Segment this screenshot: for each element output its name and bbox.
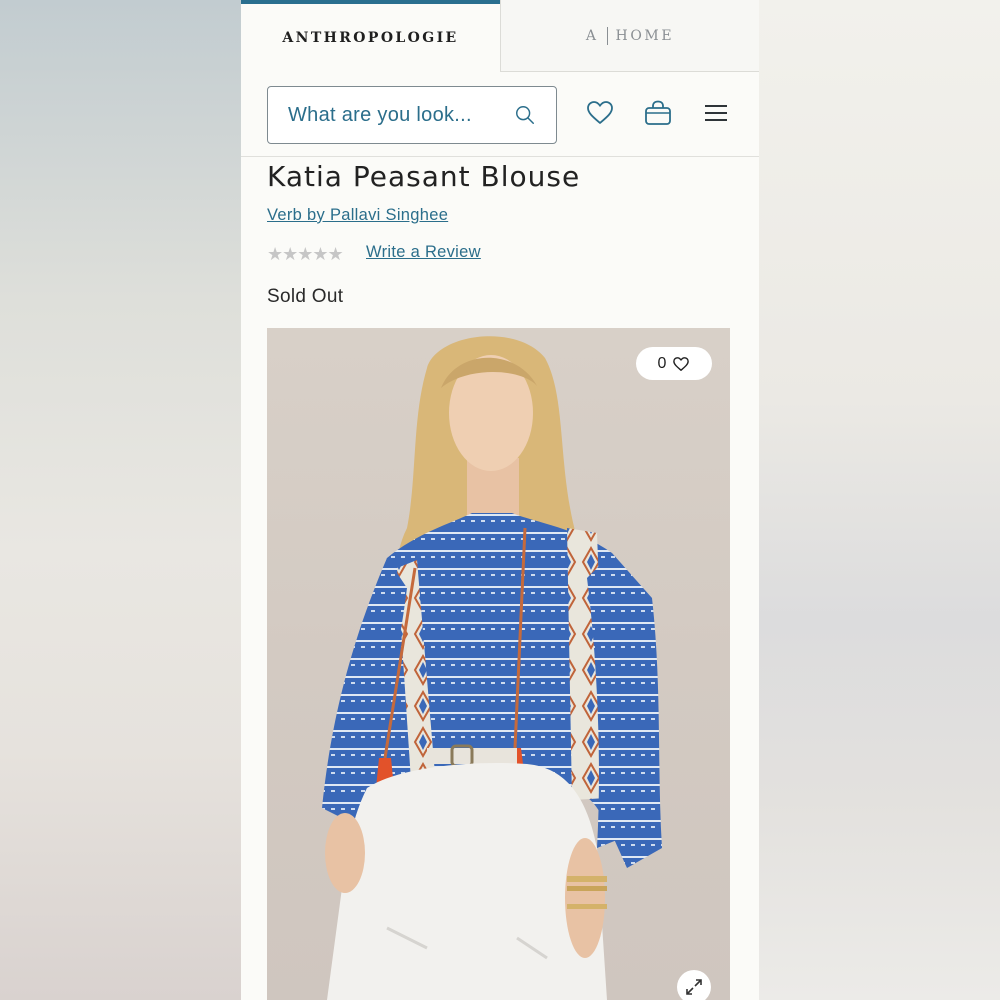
expand-image-button[interactable] <box>677 970 711 1000</box>
heart-icon[interactable] <box>585 98 615 128</box>
tab-anthropologie-label: ANTHROPOLOGIE <box>282 30 459 46</box>
availability-status: Sold Out <box>267 286 344 307</box>
rating-stars: ★★★★★ <box>267 244 344 264</box>
tab-anthropologie[interactable]: ANTHROPOLOGIE <box>241 0 500 72</box>
search-icon[interactable] <box>514 104 536 126</box>
write-review-link[interactable]: Write a Review <box>366 243 481 262</box>
product-title: Katia Peasant Blouse <box>267 160 581 193</box>
menu-icon[interactable] <box>701 98 731 128</box>
bag-icon[interactable] <box>643 98 673 128</box>
tab-home-label: HOME <box>615 27 675 44</box>
header-divider <box>241 156 759 157</box>
tab-divider <box>606 26 608 45</box>
model-photo <box>322 336 662 1000</box>
background-right <box>759 0 1000 1000</box>
heart-icon <box>673 356 690 371</box>
expand-icon <box>686 979 702 995</box>
brand-link[interactable]: Verb by Pallavi Singhee <box>267 206 448 225</box>
product-image[interactable]: 0 <box>267 328 730 1000</box>
background-left <box>0 0 241 1000</box>
search-input[interactable]: What are you look... <box>267 86 557 144</box>
favorite-count: 0 <box>657 354 667 372</box>
mobile-page: ANTHROPOLOGIE A HOME What are you look..… <box>241 0 759 1000</box>
tab-a-home[interactable]: A HOME <box>500 0 759 72</box>
search-placeholder: What are you look... <box>288 103 472 126</box>
favorite-count-button[interactable]: 0 <box>636 347 712 380</box>
site-tabs: ANTHROPOLOGIE A HOME <box>241 0 759 72</box>
tab-a-label: A <box>585 27 599 44</box>
